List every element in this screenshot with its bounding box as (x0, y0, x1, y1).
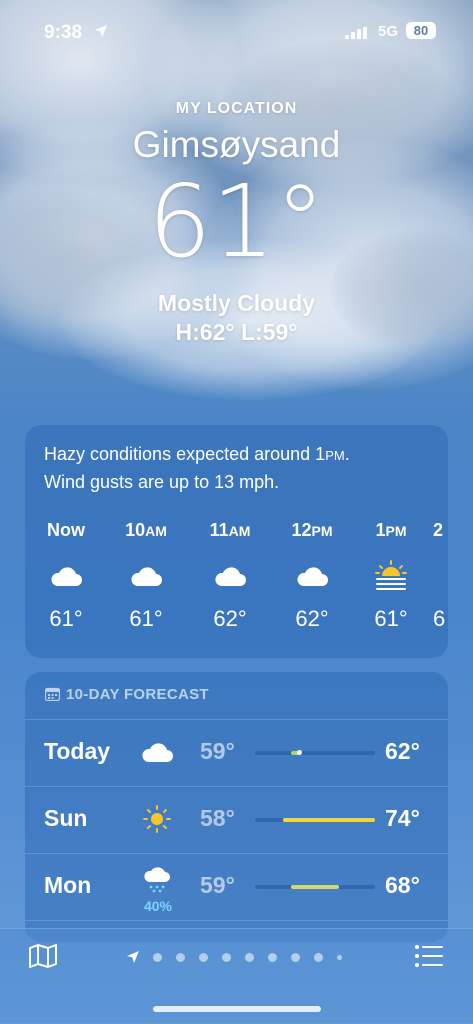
page-dot (153, 952, 162, 962)
summary-text: Hazy conditions expected around 1 (44, 444, 326, 464)
precip-chance: 40% (143, 898, 173, 914)
ten-day-title: 10-DAY FORECAST (66, 686, 209, 703)
hour-item: Now 61° (36, 520, 96, 632)
temp-range-bar (255, 818, 375, 822)
day-label: Mon (44, 872, 92, 898)
hour-item: 1PM 61° (361, 520, 421, 632)
day-label: Today (44, 738, 111, 764)
hour-item: 10AM 61° (116, 520, 176, 632)
hour-label: Now (47, 520, 85, 540)
ten-day-header: 10-DAY FORECAST (45, 686, 209, 703)
ten-day-forecast-card[interactable]: 10-DAY FORECAST Today 59° 62° Sun 58° 74… (25, 672, 448, 942)
rain-cloud-icon (144, 867, 170, 893)
forecast-row-today[interactable]: Today 59° 62° (25, 719, 448, 786)
high-temp: 62° (385, 738, 420, 764)
summary-period: . (344, 444, 350, 464)
hour-label: 2 (433, 520, 444, 540)
haze-sun-icon (375, 560, 407, 590)
low-temp: 59° (200, 738, 235, 764)
home-indicator[interactable] (153, 1006, 321, 1012)
page-dot (291, 952, 300, 962)
page-dot (314, 952, 323, 962)
low-temp: 58° (200, 805, 235, 831)
day-label: Sun (44, 805, 88, 831)
temp-range-fill (291, 885, 339, 889)
hourly-scroll[interactable]: Now 61° 10AM 61° 11AM 62° 12PM 62° 1PM 6… (25, 520, 448, 650)
cloud-icon (131, 567, 162, 586)
cloud-icon (215, 567, 246, 586)
network-type: 5G (378, 23, 399, 40)
hour-suffix: PM (311, 523, 333, 539)
map-icon[interactable] (28, 943, 58, 969)
hour-item-partial: 2 6 (433, 520, 448, 632)
location-subtitle: MY LOCATION (175, 100, 298, 117)
calendar-icon (45, 687, 60, 701)
hour-suffix: PM (385, 523, 407, 539)
cloud-icon (142, 743, 173, 762)
high-temp: 68° (385, 872, 420, 898)
battery-indicator: 80 (406, 22, 436, 39)
hour-item: 12PM 62° (282, 520, 342, 632)
page-dot (176, 952, 185, 962)
clock: 9:38 (44, 22, 83, 43)
cloud-icon (51, 567, 82, 586)
hour-temp: 61° (374, 606, 408, 631)
hour-temp: 62° (213, 606, 247, 631)
hour-temp: 61° (49, 606, 83, 631)
page-dot (199, 952, 208, 962)
temp-range-bar (255, 885, 375, 889)
page-dot (245, 952, 254, 962)
location-arrow-icon (127, 951, 139, 963)
hour-label: 10 (125, 520, 146, 540)
high-low-text: H:62° L:59° (175, 319, 298, 345)
current-weather-header: MY LOCATION Gimsøysand 61° Mostly Cloudy… (0, 100, 473, 346)
hour-suffix: AM (228, 523, 251, 539)
temp-range-fill (282, 818, 375, 822)
cellular-signal-icon (345, 27, 367, 39)
page-dot (268, 952, 277, 962)
summary-pm: PM (325, 448, 345, 463)
page-dot (337, 954, 342, 960)
list-icon[interactable] (414, 944, 444, 968)
cloud-icon (297, 567, 328, 586)
hour-label: 11 (209, 520, 229, 540)
sun-icon (143, 805, 171, 833)
page-dot (222, 952, 231, 962)
low-temp: 59° (200, 872, 235, 898)
hourly-forecast-card[interactable]: Hazy conditions expected around 1PM. Win… (25, 425, 448, 658)
city-name: Gimsøysand (132, 124, 341, 165)
status-bar: 9:38 5G 80 (0, 18, 473, 46)
hour-label: 1 (375, 520, 386, 540)
hour-suffix: AM (145, 523, 167, 539)
forecast-row-mon[interactable]: Mon 40% 59° 68° (25, 853, 448, 920)
hourly-summary: Hazy conditions expected around 1PM. Win… (44, 441, 434, 495)
forecast-row-sun[interactable]: Sun 58° 74° (25, 786, 448, 853)
hour-temp: 61° (129, 606, 163, 631)
hour-temp: 6 (433, 606, 446, 631)
current-temp-dot (297, 750, 302, 755)
current-temperature: 61° (147, 163, 326, 280)
hour-label: 12 (291, 520, 312, 540)
condition-text: Mostly Cloudy (157, 290, 316, 316)
page-indicator[interactable] (126, 949, 356, 965)
hour-temp: 62° (295, 606, 329, 631)
high-temp: 74° (385, 805, 420, 831)
location-arrow-icon (95, 25, 107, 37)
hour-item: 11AM 62° (200, 520, 260, 632)
summary-wind: Wind gusts are up to 13 mph. (44, 472, 280, 492)
temp-range-bar (255, 750, 375, 755)
